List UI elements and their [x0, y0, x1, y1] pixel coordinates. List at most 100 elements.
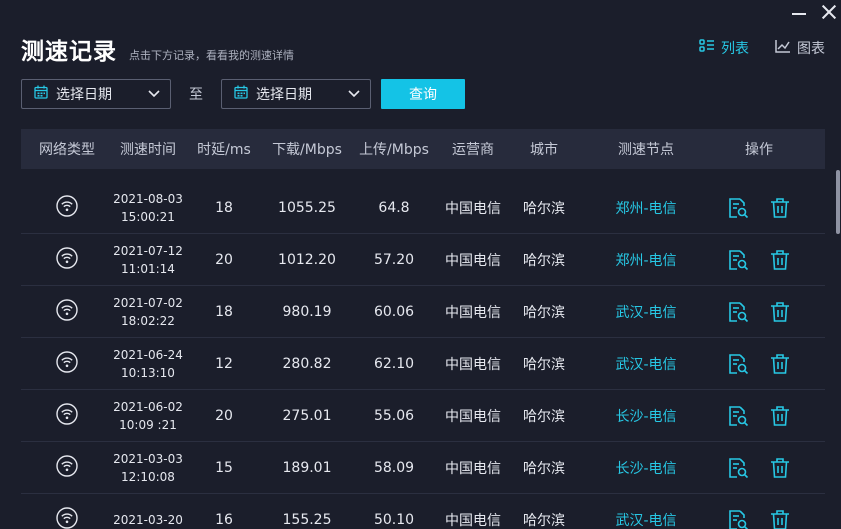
header-city: 城市 [530, 142, 558, 158]
header-test-node: 测速节点 [618, 142, 674, 158]
table-row[interactable]: 2021-08-03 15:00:21 18 1055.25 64.8 中国电信 … [21, 182, 825, 234]
download-value: 280.82 [282, 355, 332, 372]
row-actions [711, 249, 807, 271]
report-search-icon[interactable] [727, 509, 749, 529]
isp-value: 中国电信 [445, 408, 501, 425]
isp-value: 中国电信 [445, 356, 501, 373]
row-actions [711, 197, 807, 219]
header-isp: 运营商 [452, 142, 494, 158]
list-view-label: 列表 [721, 41, 749, 57]
city-value: 哈尔滨 [523, 460, 565, 477]
report-search-icon[interactable] [727, 197, 749, 219]
latency-value: 20 [215, 407, 233, 424]
table-row[interactable]: 2021-06-02 10:09 :21 20 275.01 55.06 中国电信… [21, 390, 825, 442]
table-row[interactable]: 2021-03-20 16 155.25 50.10 中国电信 哈尔滨 武汉-电… [21, 494, 825, 529]
wifi-icon [56, 246, 78, 273]
list-view-button[interactable]: 列表 [699, 38, 749, 58]
list-icon [699, 39, 715, 57]
test-date: 2021-08-03 [113, 191, 183, 206]
header-download: 下载/Mbps [272, 142, 342, 158]
trash-icon[interactable] [769, 509, 791, 529]
view-switch: 列表 图表 [699, 38, 825, 58]
test-node-link[interactable]: 武汉-电信 [581, 302, 711, 322]
upload-value: 64.8 [378, 199, 410, 216]
date-range-separator: 至 [189, 87, 203, 103]
report-search-icon[interactable] [727, 249, 749, 271]
trash-icon[interactable] [769, 353, 791, 375]
chevron-down-icon [348, 86, 360, 102]
isp-value: 中国电信 [445, 200, 501, 217]
test-node-link[interactable]: 武汉-电信 [581, 354, 711, 374]
wifi-icon [56, 298, 78, 325]
wifi-icon [56, 350, 78, 377]
report-search-icon[interactable] [727, 405, 749, 427]
trash-icon[interactable] [769, 457, 791, 479]
trash-icon[interactable] [769, 301, 791, 323]
latency-value: 16 [215, 511, 233, 528]
query-button[interactable]: 查询 [381, 79, 465, 109]
city-value: 哈尔滨 [523, 200, 565, 217]
download-value: 1012.20 [278, 251, 336, 268]
header-latency: 时延/ms [197, 142, 251, 158]
test-node-link[interactable]: 武汉-电信 [581, 510, 711, 529]
download-value: 1055.25 [278, 199, 336, 216]
test-date: 2021-07-12 [113, 243, 183, 258]
table-row[interactable]: 2021-07-12 11:01:14 20 1012.20 57.20 中国电信… [21, 234, 825, 286]
window-controls [791, 4, 837, 20]
header-actions: 操作 [745, 142, 773, 158]
chart-view-button[interactable]: 图表 [775, 38, 825, 58]
header-test-time: 测速时间 [120, 142, 176, 158]
test-node-link[interactable]: 郑州-电信 [581, 250, 711, 270]
test-date: 2021-06-24 [113, 347, 183, 362]
report-search-icon[interactable] [727, 457, 749, 479]
upload-value: 60.06 [373, 303, 415, 320]
test-node-link[interactable]: 郑州-电信 [581, 198, 711, 218]
close-button[interactable] [821, 4, 837, 20]
city-value: 哈尔滨 [523, 408, 565, 425]
report-search-icon[interactable] [727, 353, 749, 375]
filter-bar: 选择日期 至 选择日期 查询 [21, 79, 465, 109]
download-value: 980.19 [282, 303, 332, 320]
calendar-icon [34, 85, 48, 103]
test-clock: 15:00:21 [121, 209, 175, 224]
city-value: 哈尔滨 [523, 512, 565, 529]
test-node-link[interactable]: 长沙-电信 [581, 406, 711, 426]
table-row[interactable]: 2021-06-24 10:13:10 12 280.82 62.10 中国电信 … [21, 338, 825, 390]
download-value: 155.25 [282, 511, 332, 528]
test-date: 2021-03-03 [113, 451, 183, 466]
upload-value: 50.10 [373, 511, 415, 528]
report-search-icon[interactable] [727, 301, 749, 323]
upload-value: 58.09 [373, 459, 415, 476]
header-upload: 上传/Mbps [359, 142, 429, 158]
upload-value: 55.06 [373, 407, 415, 424]
wifi-icon [56, 506, 78, 529]
latency-value: 12 [215, 355, 233, 372]
scrollbar-thumb[interactable] [836, 170, 840, 234]
test-date: 2021-07-02 [113, 295, 183, 310]
row-actions [711, 405, 807, 427]
start-date-select[interactable]: 选择日期 [21, 79, 171, 109]
trash-icon[interactable] [769, 249, 791, 271]
city-value: 哈尔滨 [523, 304, 565, 321]
trash-icon[interactable] [769, 197, 791, 219]
table-row[interactable]: 2021-07-02 18:02:22 18 980.19 60.06 中国电信 … [21, 286, 825, 338]
test-clock: 12:10:08 [121, 469, 175, 484]
upload-value: 62.10 [373, 355, 415, 372]
trash-icon[interactable] [769, 405, 791, 427]
row-actions [711, 457, 807, 479]
test-node-link[interactable]: 长沙-电信 [581, 458, 711, 478]
minimize-button[interactable] [791, 4, 807, 20]
chart-view-label: 图表 [797, 41, 825, 57]
table-row[interactable]: 2021-03-03 12:10:08 15 189.01 58.09 中国电信 … [21, 442, 825, 494]
test-clock: 10:09 :21 [119, 417, 177, 432]
isp-value: 中国电信 [445, 304, 501, 321]
isp-value: 中国电信 [445, 512, 501, 529]
row-actions [711, 301, 807, 323]
wifi-icon [56, 402, 78, 429]
test-clock: 18:02:22 [121, 313, 175, 328]
latency-value: 15 [215, 459, 233, 476]
end-date-select[interactable]: 选择日期 [221, 79, 371, 109]
page-header: 测速记录 点击下方记录，看看我的测速详情 [21, 32, 294, 66]
page-subtitle: 点击下方记录，看看我的测速详情 [129, 49, 294, 62]
latency-value: 18 [215, 303, 233, 320]
